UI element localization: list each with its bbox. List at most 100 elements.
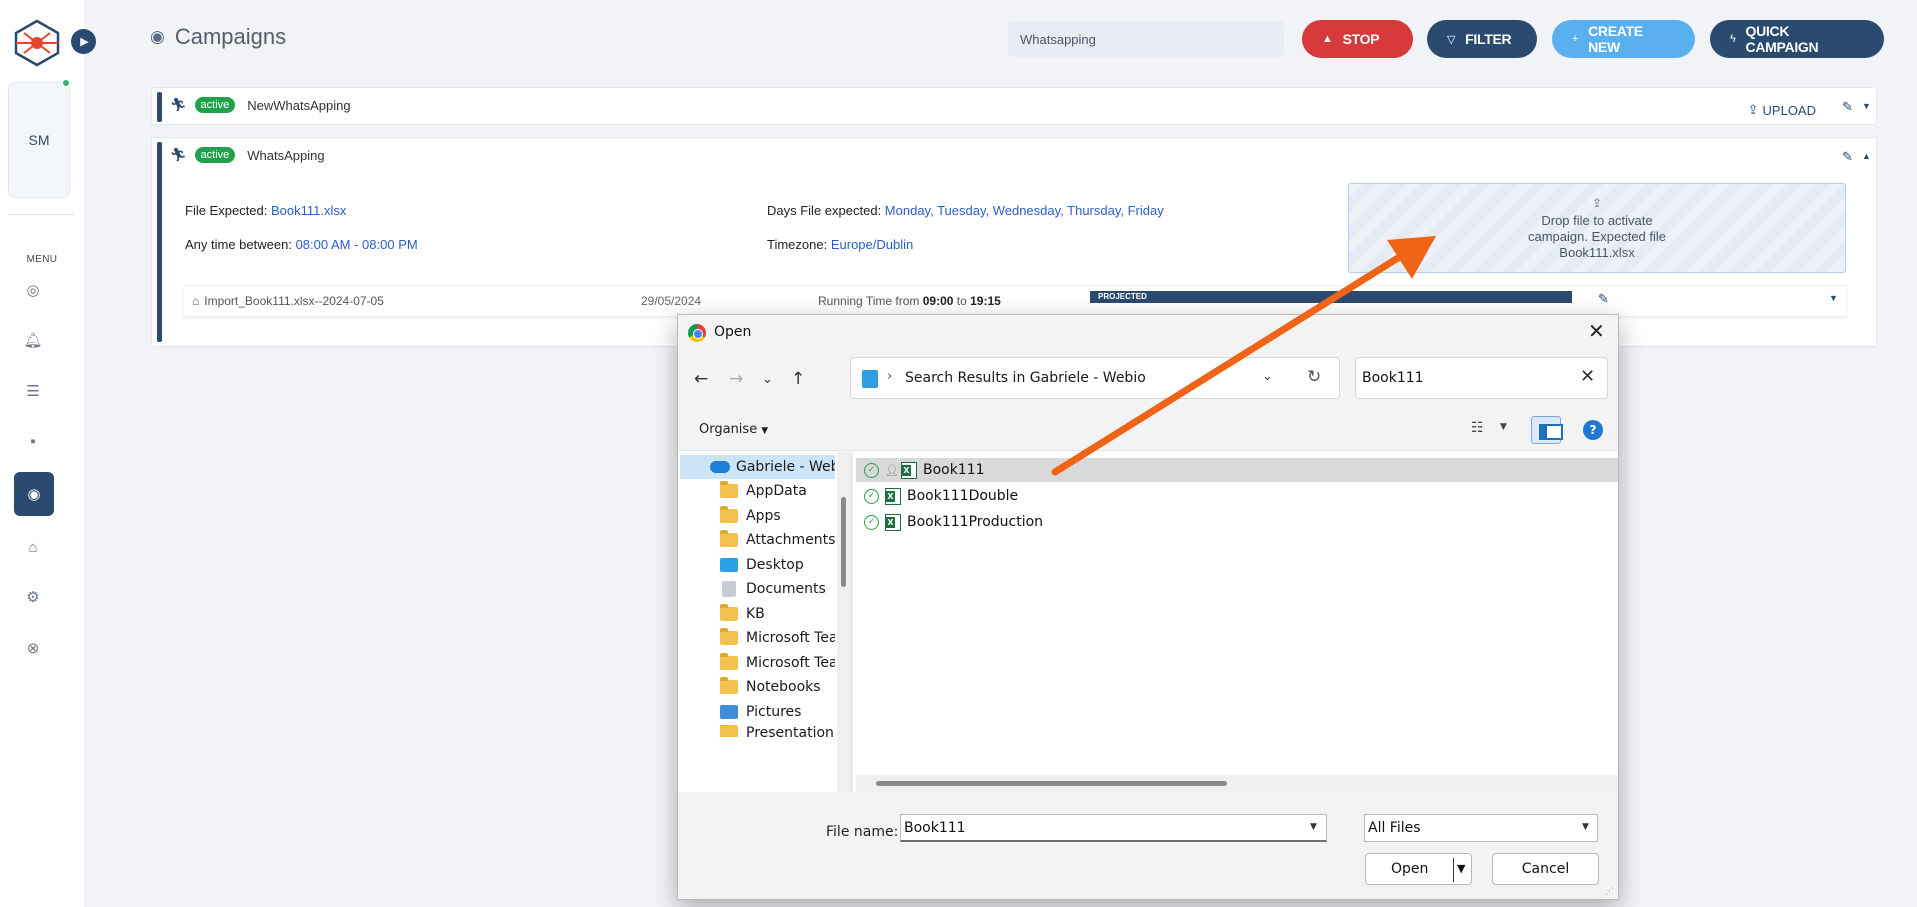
sidebar: ▶ SM MENU ◎ 🔔︎ ☰ ▪ ◉ ⌂ ⚙ ⊗ — [0, 0, 96, 907]
resize-grip-icon[interactable]: ⋰ — [1605, 887, 1614, 897]
running-time-label: Running Time from — [818, 294, 920, 308]
create-new-button[interactable]: + CREATE NEW — [1552, 20, 1695, 58]
running-time-from: 09:00 — [922, 294, 954, 308]
desktop-icon — [720, 558, 738, 572]
caret-up-icon[interactable]: ▲ — [1862, 151, 1871, 161]
caret-down-icon: ▼ — [761, 426, 769, 436]
edit-icon[interactable]: ✎ — [1842, 99, 1853, 115]
stop-button[interactable]: ▲ STOP — [1302, 20, 1413, 58]
filter-button[interactable]: ▽ FILTER — [1427, 20, 1537, 58]
help-icon[interactable]: ? — [1583, 420, 1603, 440]
quick-campaign-button[interactable]: ϟ QUICK CAMPAIGN — [1710, 20, 1884, 58]
tree-scrollbar-thumb[interactable] — [841, 497, 846, 587]
address-bar[interactable]: › Search Results in Gabriele - Webio ⌄ ↻ — [850, 357, 1340, 399]
file-name-dropdown-icon[interactable]: ▼ — [1310, 822, 1317, 832]
import-row[interactable]: ⌂ Import_Book111.xlsx--2024-07-05 29/05/2… — [184, 285, 1847, 316]
dialog-search-input[interactable]: Book111 ✕ — [1355, 357, 1608, 399]
open-options-caret-icon[interactable]: ▼ — [1457, 862, 1465, 875]
tree-item-attachments[interactable]: Attachments — [680, 528, 835, 552]
target-icon[interactable]: ◎ — [22, 279, 44, 301]
forward-arrow-icon[interactable]: → — [729, 369, 743, 389]
file-name-label: File name: — [826, 824, 899, 840]
campaign-search-input[interactable]: Whatsapping — [1008, 21, 1284, 57]
tree-item-microsoft-teams[interactable]: Microsoft Team — [680, 626, 835, 650]
campaign-card[interactable]: 🏃︎ active NewWhatsApping ⇪ UPLOAD ✎ ▼ — [151, 87, 1877, 125]
campaign-name: WhatsApping — [247, 147, 325, 163]
file-dropzone[interactable]: ⇪ Drop file to activate campaign. Expect… — [1348, 183, 1846, 273]
refresh-icon[interactable]: ↻ — [1307, 367, 1321, 387]
tree-item-appdata[interactable]: AppData — [680, 479, 835, 503]
tree-item-documents[interactable]: Documents — [680, 577, 835, 601]
file-name: Book111Production — [907, 514, 1044, 530]
upload-button[interactable]: ⇪ UPLOAD — [1748, 102, 1816, 118]
recent-locations-chevron-icon[interactable]: ⌄ — [762, 372, 773, 387]
projected-progress-bar: PROJECTED — [1090, 291, 1572, 303]
running-icon: 🏃︎ — [170, 97, 187, 112]
tree-item-apps[interactable]: Apps — [680, 504, 835, 528]
pictures-icon — [720, 705, 738, 719]
online-status-indicator — [61, 78, 71, 88]
card-accent-bar — [157, 92, 162, 122]
tree-item-microsoft-teams[interactable]: Microsoft Team — [680, 651, 835, 675]
avatar[interactable]: SM — [8, 82, 70, 198]
tree-item-presentation[interactable]: Presentation (1) — [680, 725, 835, 737]
file-list-scrollbar-track[interactable] — [856, 775, 1618, 792]
caret-down-icon[interactable]: ▼ — [1862, 101, 1871, 111]
running-icon: 🏃︎ — [170, 147, 187, 162]
file-list-scrollbar-thumb[interactable] — [876, 781, 1227, 786]
navigation-tree: Gabriele - Webio AppData Apps Attachment… — [680, 452, 835, 792]
caret-down-icon[interactable]: ▼ — [1829, 293, 1838, 303]
robot-icon[interactable]: ⌂ — [22, 536, 44, 558]
filter-icon: ▽ — [1447, 33, 1456, 46]
app-logo[interactable] — [12, 19, 62, 67]
pane-splitter[interactable] — [850, 452, 853, 792]
cancel-button[interactable]: Cancel — [1492, 853, 1599, 885]
play-icon[interactable]: ▶ — [71, 29, 96, 54]
campaign-icon[interactable]: ◉ — [14, 472, 54, 516]
chat-icon[interactable]: ▪ — [22, 430, 44, 452]
settings-icon[interactable]: ⚙ — [22, 586, 44, 608]
file-name-input[interactable]: Book111 — [900, 814, 1327, 842]
clear-search-icon[interactable]: ✕ — [1580, 366, 1595, 387]
dialog-title: Open — [714, 324, 752, 340]
tree-item-kb[interactable]: KB — [680, 602, 835, 626]
open-file-dialog[interactable]: Open ✕ ← → ⌄ ↑ › Search Results in Gabri… — [677, 314, 1619, 900]
back-arrow-icon[interactable]: ← — [694, 369, 708, 389]
close-icon[interactable]: ✕ — [1588, 319, 1605, 343]
list-icon[interactable]: ☰ — [22, 380, 44, 402]
page-header: ◉ Campaigns — [150, 24, 286, 50]
file-row[interactable]: ✓ Book111Production — [856, 510, 1618, 534]
dialog-titlebar[interactable]: Open ✕ — [678, 315, 1618, 349]
organise-menu[interactable]: Organise ▼ — [699, 422, 768, 437]
create-new-button-label: CREATE NEW — [1588, 23, 1643, 55]
file-row[interactable]: ✓ 👤︎ Book111 — [856, 458, 1618, 482]
view-options-caret-icon[interactable]: ▼ — [1500, 422, 1507, 432]
tree-item-notebooks[interactable]: Notebooks — [680, 675, 835, 699]
path-separator-icon: › — [887, 369, 893, 384]
page-title: Campaigns — [174, 24, 287, 49]
import-name: ⌂ Import_Book111.xlsx--2024-07-05 — [192, 294, 384, 308]
folder-icon — [720, 530, 738, 547]
chevron-down-icon[interactable]: ⌄ — [1262, 369, 1273, 384]
bell-icon[interactable]: 🔔︎ — [22, 329, 44, 351]
edit-icon[interactable]: ✎ — [1842, 149, 1853, 165]
tree-item-label: Documents — [746, 581, 826, 597]
edit-icon[interactable]: ✎ — [1598, 291, 1609, 307]
support-icon[interactable]: ⊗ — [22, 637, 44, 659]
file-row[interactable]: ✓ Book111Double — [856, 484, 1618, 508]
preview-pane-icon[interactable] — [1531, 416, 1563, 444]
tree-item-label: AppData — [746, 483, 807, 499]
cloud-icon — [710, 461, 730, 473]
dropzone-text: Drop file to activate campaign. Expected… — [1527, 213, 1667, 260]
chevron-down-icon[interactable]: ▼ — [1582, 822, 1589, 832]
excel-file-icon — [885, 513, 901, 531]
view-details-icon[interactable]: ☷ — [1471, 420, 1484, 436]
time-between-value: 08:00 AM - 08:00 PM — [295, 237, 418, 252]
tree-item-label: Apps — [746, 508, 781, 524]
tree-item-onedrive[interactable]: Gabriele - Webio — [680, 455, 835, 479]
file-type-select[interactable]: All Files — [1364, 814, 1598, 842]
open-button[interactable]: Open ▼ — [1365, 853, 1472, 885]
up-arrow-icon[interactable]: ↑ — [791, 369, 805, 389]
tree-item-pictures[interactable]: Pictures — [680, 700, 835, 724]
tree-item-desktop[interactable]: Desktop — [680, 553, 835, 577]
